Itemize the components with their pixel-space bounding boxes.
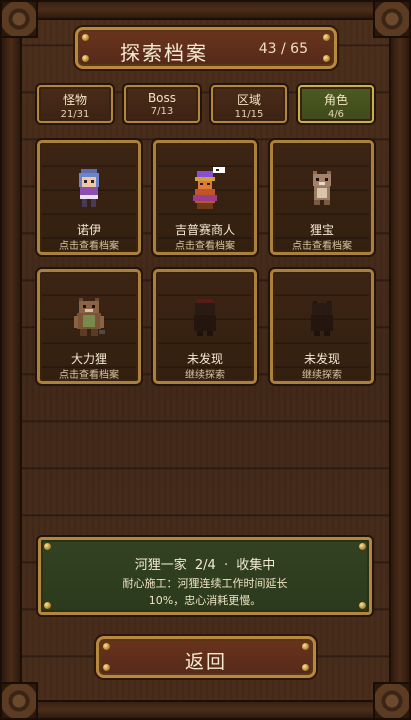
tab-characters[interactable]: 角色 4/6: [298, 85, 374, 123]
stud-icon: [82, 55, 89, 62]
collection-info-panel: 河狸一家 2/4 · 收集中 耐心施工：河狸连续工作时间延长 10%，忠心消耗更…: [38, 537, 372, 615]
set-progress: 2/4: [194, 558, 216, 573]
card-hint: 点击查看档案: [59, 241, 119, 252]
character-card-locked[interactable]: 未发现 继续探索: [153, 269, 257, 384]
card-hint: 点击查看档案: [59, 370, 119, 381]
card-name: 狸宝: [309, 223, 334, 237]
card-hint: 点击查看档案: [175, 241, 235, 252]
corner-ornament-icon: [373, 682, 411, 720]
stud-icon: [323, 55, 330, 62]
back-button-label: 返回: [184, 651, 227, 673]
otter-baby-icon: [313, 171, 331, 205]
tab-count: 21/31: [60, 109, 90, 120]
corner-ornament-icon: [0, 0, 38, 38]
locked-otter-silhouette-icon: [194, 299, 216, 336]
card-name: 大力狸: [70, 352, 107, 366]
set-name: 河狸一家: [134, 558, 187, 573]
tab-monsters[interactable]: 怪物 21/31: [37, 85, 113, 123]
left-frame-rail: [0, 0, 22, 720]
bottom-frame-rail: [0, 700, 411, 720]
stud-icon: [82, 34, 89, 41]
overall-progress: 43 / 65: [258, 41, 308, 57]
noi-character-icon: [79, 169, 99, 207]
card-name: 未发现: [303, 352, 340, 366]
tab-boss[interactable]: Boss 7/13: [124, 85, 200, 123]
character-card-locked[interactable]: 未发现 继续探索: [270, 269, 374, 384]
character-card-strong-otter[interactable]: 大力狸 点击查看档案: [37, 269, 141, 384]
tab-areas[interactable]: 区域 11/15: [211, 85, 287, 123]
tab-label: 怪物: [62, 93, 87, 107]
top-frame-rail: [0, 0, 411, 20]
page-title: 探索档案: [120, 41, 208, 65]
card-hint: 继续探索: [302, 370, 342, 381]
card-name: 未发现: [186, 352, 223, 366]
right-frame-rail: [389, 0, 411, 720]
stud-icon: [323, 34, 330, 41]
card-hint: 继续探索: [185, 370, 225, 381]
card-name: 吉普赛商人: [174, 223, 235, 237]
corner-ornament-icon: [0, 682, 38, 720]
tab-count: 7/13: [150, 106, 174, 117]
stud-icon: [44, 543, 51, 550]
strong-otter-icon: [74, 298, 105, 336]
tab-label: 区域: [236, 93, 261, 107]
title-plaque: 探索档案 43 / 65: [75, 27, 337, 69]
set-status: 收集中: [236, 558, 276, 573]
locked-otter-silhouette-icon: [311, 301, 333, 336]
corner-ornament-icon: [373, 0, 411, 38]
set-bonus-line-2: 10%，忠心消耗更慢。: [148, 594, 262, 607]
character-card-noi[interactable]: 诺伊 点击查看档案: [37, 140, 141, 255]
separator: ·: [223, 558, 229, 573]
tab-count: 11/15: [234, 109, 264, 120]
stud-icon: [359, 543, 366, 550]
tab-label: Boss: [147, 91, 177, 105]
gypsy-merchant-icon: [193, 167, 225, 209]
card-name: 诺伊: [76, 223, 101, 237]
character-card-otter-baby[interactable]: 狸宝 点击查看档案: [270, 140, 374, 255]
back-button[interactable]: 返回: [96, 636, 316, 678]
card-hint: 点击查看档案: [292, 241, 352, 252]
set-status-line: 河狸一家 2/4 · 收集中: [41, 554, 369, 573]
character-card-gypsy-merchant[interactable]: 吉普赛商人 点击查看档案: [153, 140, 257, 255]
set-bonus-line-1: 耐心施工：河狸连续工作时间延长: [122, 577, 288, 590]
tab-count: 4/6: [327, 109, 345, 120]
tab-label: 角色: [323, 93, 348, 107]
